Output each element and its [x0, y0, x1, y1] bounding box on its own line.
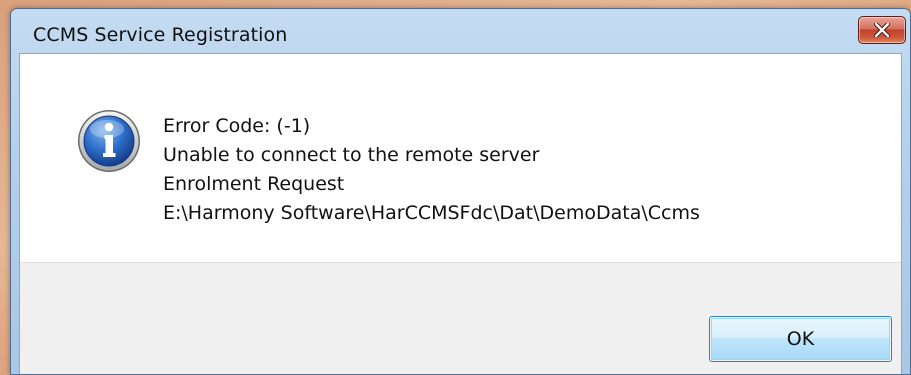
dialog-window: CCMS Service Registration Error Code: (-… [10, 8, 911, 375]
button-area: OK [20, 262, 901, 374]
dialog-title: CCMS Service Registration [33, 24, 288, 46]
close-icon [874, 23, 890, 37]
dialog-client-area: Error Code: (-1) Unable to connect to th… [19, 53, 902, 374]
request-type-line: Enrolment Request [163, 173, 345, 195]
info-icon [78, 110, 140, 172]
message-area: Error Code: (-1) Unable to connect to th… [20, 54, 901, 262]
error-description-line: Unable to connect to the remote server [163, 144, 540, 166]
close-button[interactable] [858, 16, 906, 44]
ok-button[interactable]: OK [709, 316, 892, 362]
path-line: E:\Harmony Software\HarCCMSFdc\Dat\DemoD… [163, 202, 700, 224]
error-code-line: Error Code: (-1) [163, 115, 311, 137]
title-bar[interactable]: CCMS Service Registration [11, 9, 910, 55]
error-message: Error Code: (-1) Unable to connect to th… [163, 112, 700, 228]
